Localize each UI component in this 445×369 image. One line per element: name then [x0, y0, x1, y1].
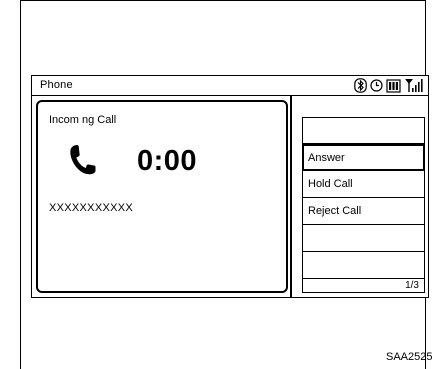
menu-item-empty: [302, 117, 425, 144]
signal-strength-icon: [405, 79, 423, 92]
phone-handset-icon: [70, 145, 96, 175]
reject-call-button[interactable]: Reject Call: [302, 198, 425, 225]
clock-icon: [370, 79, 383, 92]
bluetooth-icon: [354, 78, 367, 93]
caller-number: XXXXXXXXXXX: [49, 202, 134, 214]
status-icons: [354, 78, 423, 93]
battery-icon: [386, 78, 401, 93]
hold-call-button[interactable]: Hold Call: [302, 171, 425, 198]
title-bar: Phone: [32, 76, 428, 96]
incoming-call-panel: Incom ng Call 0:00 XXXXXXXXXXX: [36, 100, 288, 293]
menu-item-empty: [302, 225, 425, 252]
menu-item-empty: [302, 252, 425, 279]
incoming-call-label: Incom ng Call: [49, 114, 117, 126]
figure-code: SAA2525: [386, 351, 433, 363]
screen-title: Phone: [40, 79, 73, 91]
panel-divider: [290, 96, 292, 297]
page-indicator: 1/3: [302, 279, 425, 293]
phone-screen: Phone Incom ng Call 0:00 XXXXXXXXXXX Ans…: [31, 75, 429, 298]
call-options-menu: Answer Hold Call Reject Call 1/3: [302, 117, 425, 293]
answer-button[interactable]: Answer: [302, 144, 425, 171]
call-timer: 0:00: [137, 145, 198, 177]
